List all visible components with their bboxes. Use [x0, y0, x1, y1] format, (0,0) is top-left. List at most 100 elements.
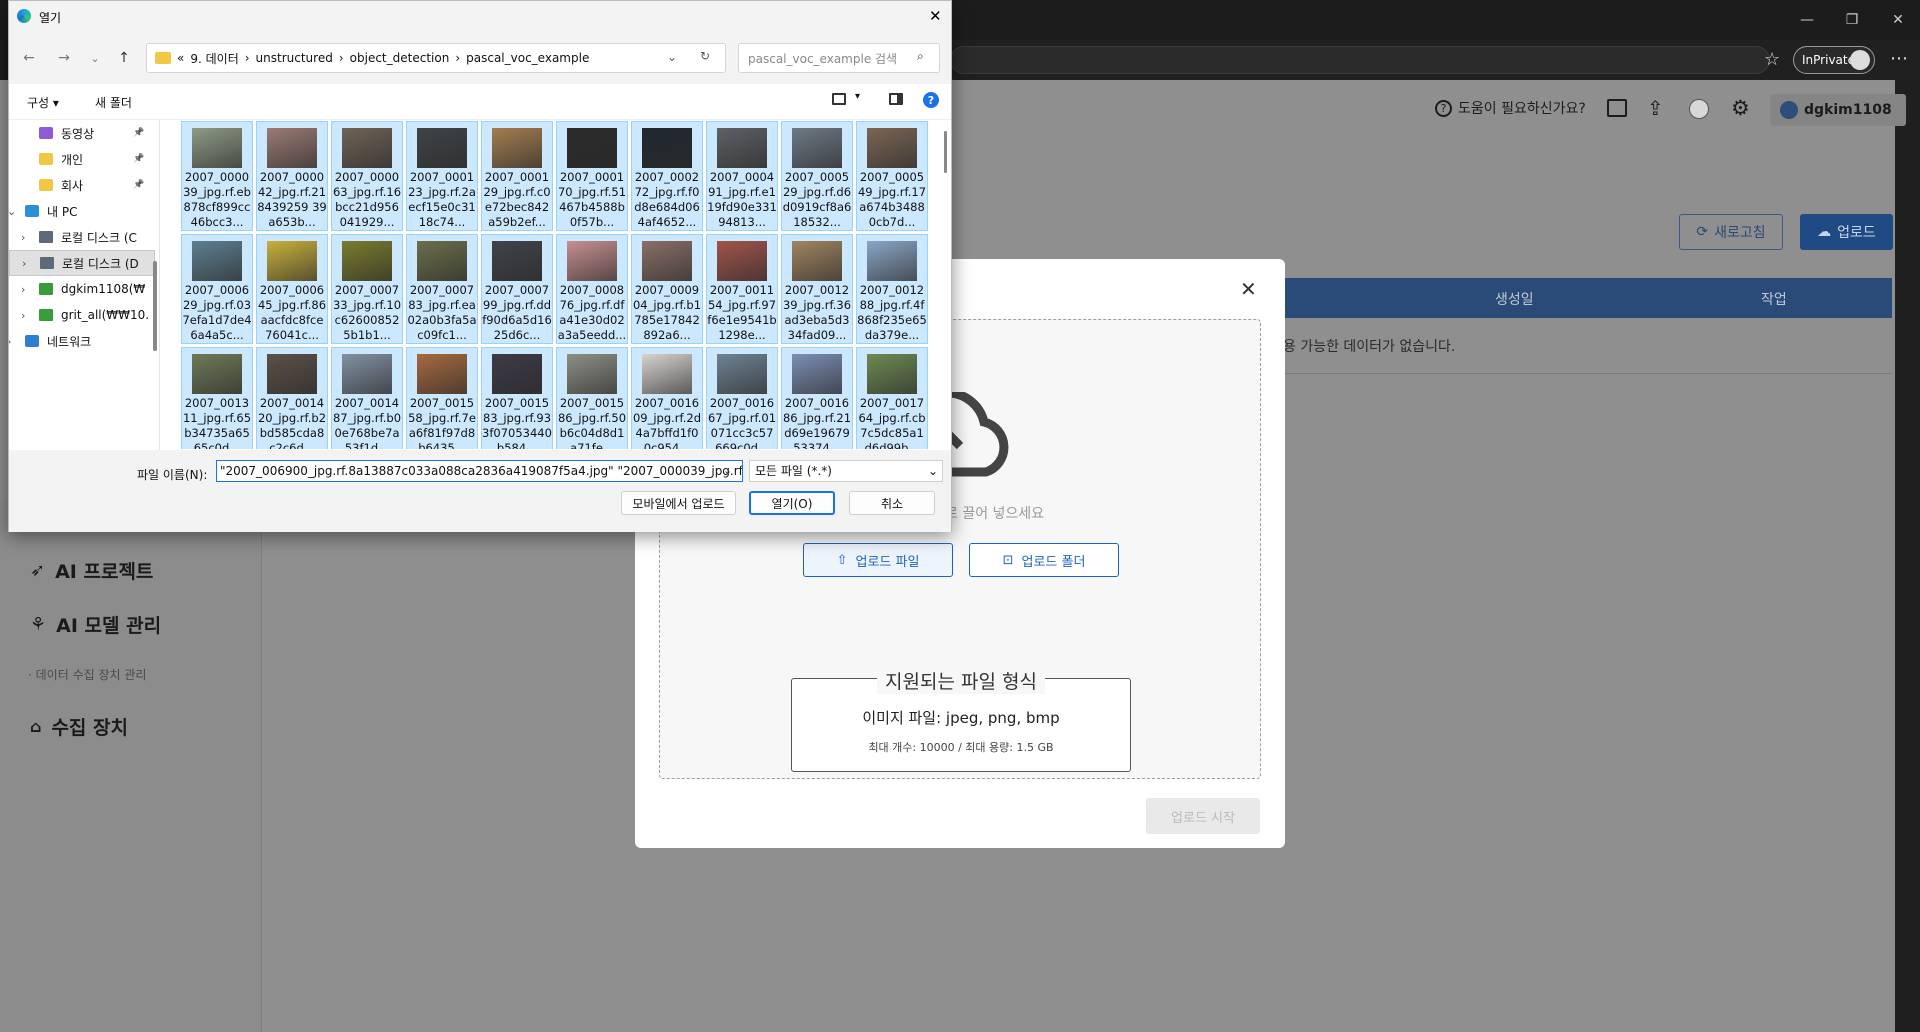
- window-minimize-button[interactable]: —: [1787, 0, 1827, 40]
- recent-dropdown-icon[interactable]: ⌄: [85, 48, 105, 68]
- mobile-upload-button[interactable]: 모바일에서 업로드: [621, 491, 736, 515]
- file-item[interactable]: 2007_001667_jpg.rf.01071cc3c57669c0d...: [706, 347, 778, 449]
- nav-item-label: 회사: [61, 178, 84, 193]
- file-item[interactable]: 2007_001239_jpg.rf.36ad3eba5d334fad09...: [781, 234, 853, 344]
- view-mode-icon[interactable]: [832, 93, 846, 105]
- file-item[interactable]: 2007_000123_jpg.rf.2aecf15e0c3118c74...: [406, 121, 478, 231]
- archive-icon[interactable]: [1607, 99, 1627, 117]
- file-item[interactable]: 2007_000129_jpg.rf.c0e72bec842a59b2ef...: [481, 121, 553, 231]
- nav-scrollbar[interactable]: [153, 261, 157, 351]
- path-breadcrumb[interactable]: « 9. 데이터 › unstructured › object_detecti…: [146, 43, 726, 73]
- file-item[interactable]: 2007_001487_jpg.rf.b00e768be7a53f1d...: [331, 347, 403, 449]
- expand-chevron-icon[interactable]: ›: [21, 231, 25, 244]
- breadcrumb-part[interactable]: pascal_voc_example: [466, 51, 589, 65]
- file-item[interactable]: 2007_000876_jpg.rf.dfa41e30d02a3a5eedd..…: [556, 234, 628, 344]
- forward-arrow-icon[interactable]: →: [54, 48, 74, 68]
- breadcrumb-part[interactable]: object_detection: [350, 51, 450, 65]
- expand-chevron-icon[interactable]: ›: [21, 283, 25, 296]
- help-link[interactable]: ? 도움이 필요하신가요?: [1435, 98, 1586, 118]
- sidebar-item-ai-project[interactable]: ➶ AI 프로젝트: [30, 557, 153, 584]
- file-item[interactable]: 2007_001154_jpg.rf.97f6e1e9541b1298e...: [706, 234, 778, 344]
- file-item[interactable]: 2007_000733_jpg.rf.10c626008525b1b1...: [331, 234, 403, 344]
- breadcrumb-part[interactable]: unstructured: [256, 51, 333, 65]
- dialog-close-icon[interactable]: ✕: [929, 7, 942, 25]
- address-bar[interactable]: [950, 46, 1770, 74]
- file-item[interactable]: 2007_000799_jpg.rf.ddf90d6a5d1625d6c...: [481, 234, 553, 344]
- upload-folder-button[interactable]: ⊡ 업로드 폴더: [969, 543, 1119, 577]
- dialog-search-input[interactable]: pascal_voc_example 검색 ⌕: [738, 43, 940, 73]
- nav-item[interactable]: 동영상 📌: [9, 120, 155, 146]
- nav-item[interactable]: › grit_all(₩₩10.: [9, 302, 155, 328]
- refresh-button[interactable]: ⟳ 새로고침: [1679, 214, 1783, 250]
- organize-menu[interactable]: 구성 ▾: [27, 94, 59, 111]
- file-item[interactable]: 2007_001686_jpg.rf.21d69e1967953374...: [781, 347, 853, 449]
- file-item[interactable]: 2007_001558_jpg.rf.7ea6f81f97d8b6435...: [406, 347, 478, 449]
- file-item[interactable]: 2007_001420_jpg.rf.b2bd585cda8c2c6d...: [256, 347, 328, 449]
- file-item[interactable]: 2007_001586_jpg.rf.50b6c04d8d1a71fe...: [556, 347, 628, 449]
- sidebar-item-ai-model[interactable]: ⚘ AI 모델 관리: [30, 611, 161, 638]
- nav-item[interactable]: 회사 📌: [9, 172, 155, 198]
- help-icon[interactable]: ?: [923, 92, 939, 108]
- file-item[interactable]: 2007_001583_jpg.rf.933f07053440b584...: [481, 347, 553, 449]
- upload-button[interactable]: ☁ 업로드: [1800, 214, 1893, 250]
- modal-close-icon[interactable]: ✕: [1240, 277, 1257, 301]
- sidebar-item-device[interactable]: ⌂ 수집 장치: [30, 713, 128, 740]
- file-name: 2007_000491_jpg.rf.e119fd90e33194813...: [707, 170, 777, 229]
- nav-item[interactable]: ⌄ 내 PC: [9, 198, 155, 224]
- file-name: 2007_001609_jpg.rf.2d4a7bffd1f00c954...: [632, 396, 702, 449]
- breadcrumb-part[interactable]: 9. 데이터: [190, 50, 238, 67]
- up-arrow-icon[interactable]: ↑: [114, 48, 134, 68]
- breadcrumb-part[interactable]: «: [177, 51, 184, 65]
- cloud-upload-icon[interactable]: ⇪: [1647, 96, 1664, 120]
- start-upload-button[interactable]: 업로드 시작: [1146, 798, 1260, 834]
- korea-flag-icon[interactable]: [1689, 99, 1709, 119]
- favorite-star-icon[interactable]: ☆: [1764, 49, 1780, 70]
- file-item[interactable]: 2007_001609_jpg.rf.2d4a7bffd1f00c954...: [631, 347, 703, 449]
- open-button[interactable]: 열기(O): [749, 491, 835, 515]
- inprivate-badge[interactable]: InPrivate: [1793, 46, 1875, 74]
- filename-input[interactable]: "2007_006900_jpg.rf.8a13887c033a088ca283…: [216, 460, 743, 482]
- filetype-select[interactable]: 모든 파일 (*.*) ⌄: [749, 460, 943, 482]
- settings-gear-icon[interactable]: ⚙: [1731, 96, 1750, 120]
- nav-item[interactable]: 개인 📌: [9, 146, 155, 172]
- file-item[interactable]: 2007_000063_jpg.rf.16bcc21d956041929...: [331, 121, 403, 231]
- file-item[interactable]: 2007_001288_jpg.rf.4f868f235e65da379e...: [856, 234, 928, 344]
- preview-pane-icon[interactable]: [889, 93, 903, 105]
- file-item[interactable]: 2007_000042_jpg.rf.218439259 39a653b...: [256, 121, 328, 231]
- expand-chevron-icon[interactable]: ›: [21, 309, 25, 322]
- refresh-icon[interactable]: ↻: [700, 49, 710, 63]
- file-item[interactable]: 2007_000529_jpg.rf.d6d0919cf8a618532...: [781, 121, 853, 231]
- window-restore-button[interactable]: ❐: [1832, 0, 1872, 40]
- cancel-button[interactable]: 취소: [849, 491, 935, 515]
- expand-chevron-icon[interactable]: ⌄: [9, 205, 16, 218]
- user-menu[interactable]: dgkim1108: [1770, 94, 1906, 126]
- nav-item[interactable]: › 네트워크: [9, 328, 155, 354]
- view-dropdown-icon[interactable]: ▾: [855, 91, 860, 102]
- formats-limit: 최대 개수: 10000 / 최대 용량: 1.5 GB: [868, 741, 1054, 754]
- filename-dropdown-icon[interactable]: ⌄: [723, 464, 732, 477]
- file-item[interactable]: 2007_001764_jpg.rf.cb7c5dc85a1d6d99b...: [856, 347, 928, 449]
- back-arrow-icon[interactable]: ←: [19, 48, 39, 68]
- nav-item[interactable]: › dgkim1108(₩: [9, 276, 155, 302]
- file-item[interactable]: 2007_000170_jpg.rf.51467b4588b0f57b...: [556, 121, 628, 231]
- file-item[interactable]: 2007_001311_jpg.rf.65b34735a6565c0d...: [181, 347, 253, 449]
- file-item[interactable]: 2007_000645_jpg.rf.86aacfdc8fce76041c...: [256, 234, 328, 344]
- file-item[interactable]: 2007_000272_jpg.rf.f0d8e684d064af4652...: [631, 121, 703, 231]
- file-item[interactable]: 2007_000783_jpg.rf.ea02a0b3fa5ac09fc1...: [406, 234, 478, 344]
- file-item[interactable]: 2007_000549_jpg.rf.17a674b34880cb7d...: [856, 121, 928, 231]
- nav-item[interactable]: › 로컬 디스크 (D: [9, 250, 155, 276]
- file-item[interactable]: 2007_000039_jpg.rf.eb878cf899cc46bcc3...: [181, 121, 253, 231]
- path-dropdown-icon[interactable]: ⌄: [667, 50, 677, 64]
- browser-menu-icon[interactable]: ⋯: [1890, 48, 1908, 69]
- file-item[interactable]: 2007_000629_jpg.rf.037efa1d7de46a4a5c...: [181, 234, 253, 344]
- expand-chevron-icon[interactable]: ›: [9, 335, 11, 348]
- file-item[interactable]: 2007_000904_jpg.rf.b1785e17842892a6...: [631, 234, 703, 344]
- expand-chevron-icon[interactable]: ›: [22, 257, 26, 270]
- file-list-scrollbar[interactable]: [944, 131, 947, 173]
- new-folder-button[interactable]: 새 폴더: [95, 94, 132, 111]
- upload-file-button[interactable]: ⇧ 업로드 파일: [803, 543, 953, 577]
- network-drive-icon: [39, 283, 53, 295]
- window-close-button[interactable]: ✕: [1878, 0, 1918, 40]
- file-item[interactable]: 2007_000491_jpg.rf.e119fd90e33194813...: [706, 121, 778, 231]
- nav-item[interactable]: › 로컬 디스크 (C: [9, 224, 155, 250]
